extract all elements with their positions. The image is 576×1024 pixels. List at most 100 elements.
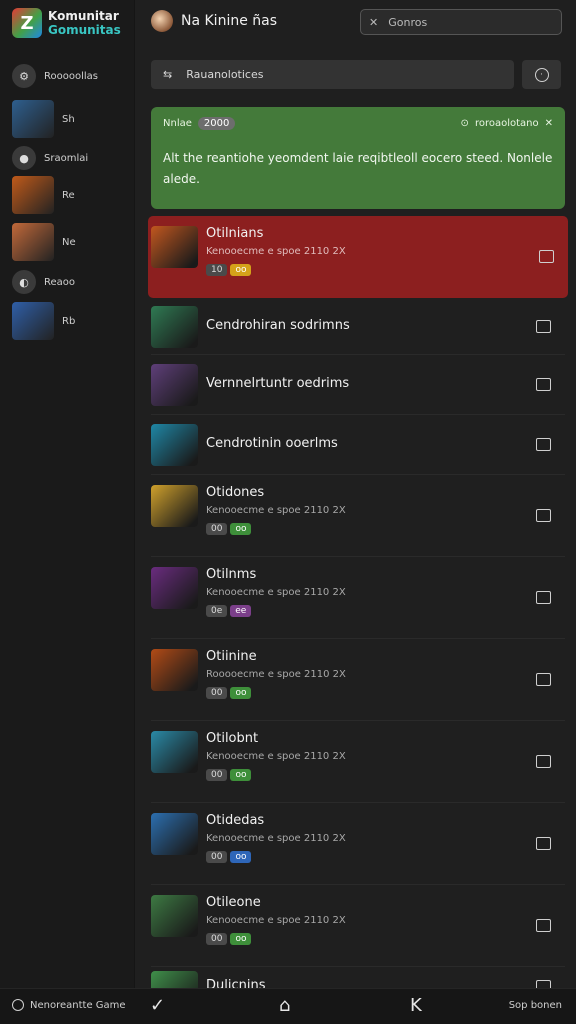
game-badge: oo <box>230 687 252 699</box>
profile-name: Na Kinine ñas <box>181 13 278 29</box>
sidebar-item-icon: ⚙ <box>12 64 36 88</box>
bottom-navigation: Nenoreantte Game ✓ ⌂ K Sop bonen <box>0 988 576 1024</box>
game-badge: oo <box>230 264 252 276</box>
open-item-icon[interactable] <box>536 837 551 850</box>
info-button[interactable]: · <box>522 60 561 89</box>
game-list-item[interactable]: Otidones Kenooecme e spoe 2110 2X 00 oo <box>151 475 565 557</box>
game-badge: oo <box>230 933 252 945</box>
game-list: Otilnians Kenooecme e spoe 2110 2X 10 oo Cen… <box>148 216 568 1013</box>
game-subtitle: Kenooecme e spoe 2110 2X <box>206 833 346 844</box>
top-header: Na Kinine ñas ✕ Gonros <box>135 0 576 46</box>
sidebar-item[interactable]: ● Sraomlai <box>12 146 88 170</box>
sidebar-item[interactable]: Rb <box>12 302 75 340</box>
game-tag: 00 <box>206 933 228 945</box>
close-icon[interactable]: ✕ <box>545 118 553 129</box>
open-item-icon[interactable] <box>536 755 551 768</box>
open-item-icon[interactable] <box>536 919 551 932</box>
sidebar-item-icon: ● <box>12 146 36 170</box>
notification-banner: Nnlae 2000 ⊙ roroaolotano ✕ Alt the rean… <box>151 107 565 209</box>
open-item-icon[interactable] <box>536 378 551 391</box>
open-item-icon[interactable] <box>536 509 551 522</box>
open-item-icon[interactable] <box>536 319 551 333</box>
game-tag: 00 <box>206 687 228 699</box>
game-tags: 00 oo <box>206 851 252 863</box>
sidebar-item[interactable]: Re <box>12 176 75 214</box>
game-tags: 00 oo <box>206 769 252 781</box>
game-list-item[interactable]: Cendrohiran sodrimns <box>151 298 565 355</box>
game-subtitle: Kenooecme e spoe 2110 2X <box>206 915 346 926</box>
game-tags: 00 oo <box>206 687 252 699</box>
game-title: Otileone <box>206 895 261 910</box>
bottom-right-label[interactable]: Sop bonen <box>509 1000 562 1011</box>
check-icon[interactable]: ✓ <box>150 995 165 1016</box>
sidebar-item-label: Sh <box>62 113 75 125</box>
game-tags: 10 oo <box>206 264 252 276</box>
game-thumbnail <box>151 485 198 527</box>
sidebar-thumbnail <box>12 100 54 138</box>
game-thumbnail <box>151 364 198 406</box>
brand[interactable]: Z Komunitar Gomunitas <box>12 8 121 38</box>
avatar <box>151 10 173 32</box>
game-tags: 00 oo <box>206 523 252 535</box>
game-list-item[interactable]: Otilobnt Kenooecme e spoe 2110 2X 00 oo <box>151 721 565 803</box>
game-list-item[interactable]: Otidedas Kenooecme e spoe 2110 2X 00 oo <box>151 803 565 885</box>
game-tags: 0e ee <box>206 605 252 617</box>
sidebar-item[interactable]: Ne <box>12 223 76 261</box>
game-tags: 00 oo <box>206 933 252 945</box>
open-item-icon[interactable] <box>536 591 551 604</box>
home-icon[interactable]: ⌂ <box>279 995 290 1016</box>
game-badge: ee <box>230 605 252 617</box>
game-list-item[interactable]: Otilnms Kenooecme e spoe 2110 2X 0e ee <box>151 557 565 639</box>
game-list-item[interactable]: Otilnians Kenooecme e spoe 2110 2X 10 oo <box>148 216 568 298</box>
back-icon[interactable]: K <box>410 995 422 1016</box>
game-tag: 00 <box>206 851 228 863</box>
sidebar-item-label: Sraomlai <box>44 152 89 164</box>
banner-link-icon: ⊙ <box>460 118 469 129</box>
sidebar-item-label: Ne <box>62 236 76 248</box>
game-thumbnail <box>151 895 198 937</box>
game-tag: 10 <box>206 264 228 276</box>
game-title: Cendrotinin ooerlms <box>206 436 338 451</box>
game-list-item[interactable]: Cendrotinin ooerlms <box>151 415 565 475</box>
game-list-item[interactable]: Vernnelrtuntr oedrims <box>151 355 565 415</box>
banner-message: Alt the reantiohe yeomdent laie reqibtle… <box>163 151 553 186</box>
info-icon: · <box>534 67 549 82</box>
game-badge: oo <box>230 851 252 863</box>
game-subtitle: Kenooecme e spoe 2110 2X <box>206 246 346 257</box>
circle-icon <box>12 999 24 1011</box>
game-title: Otilnians <box>206 226 264 241</box>
bottom-left-item[interactable]: Nenoreantte Game <box>12 999 126 1011</box>
open-item-icon[interactable] <box>536 673 551 686</box>
game-title: Otilobnt <box>206 731 259 746</box>
game-title: Vernnelrtuntr oedrims <box>206 376 350 391</box>
game-list-item[interactable]: Otiinine Rooooecme e spoe 2110 2X 00 oo <box>151 639 565 721</box>
search-input[interactable]: ✕ Gonros <box>360 9 562 35</box>
search-placeholder: Gonros <box>388 15 428 29</box>
game-thumbnail <box>151 813 198 855</box>
open-item-icon[interactable] <box>536 438 551 451</box>
banner-right-label[interactable]: roroaolotano <box>475 118 539 129</box>
game-thumbnail <box>151 731 198 773</box>
open-item-icon[interactable] <box>539 250 554 263</box>
filter-icon: ⇆ <box>163 68 173 81</box>
sidebar-item[interactable]: Sh <box>12 100 75 138</box>
sidebar-item-label: Reaoo <box>44 276 76 288</box>
game-thumbnail <box>151 424 198 466</box>
banner-chip: 2000 <box>197 117 236 130</box>
game-list-item[interactable]: Otileone Kenooecme e spoe 2110 2X 00 oo <box>151 885 565 967</box>
sidebar-item[interactable]: ◐ Reaoo <box>12 270 75 294</box>
game-subtitle: Kenooecme e spoe 2110 2X <box>206 751 346 762</box>
sidebar: Z Komunitar Gomunitas ⚙ Rooooollas Sh ● Srao… <box>0 0 135 988</box>
game-badge: oo <box>230 769 252 781</box>
game-thumbnail <box>151 305 198 348</box>
game-title: Otidones <box>206 485 265 500</box>
sidebar-item[interactable]: ⚙ Rooooollas <box>12 64 98 88</box>
sidebar-thumbnail <box>12 223 54 261</box>
close-icon[interactable]: ✕ <box>369 16 378 29</box>
profile[interactable]: Na Kinine ñas <box>151 10 277 32</box>
app-subtitle: Gomunitas <box>48 23 121 37</box>
banner-lead: Nnlae <box>163 118 192 129</box>
filter-bar[interactable]: ⇆ Rauanolotices <box>151 60 514 89</box>
game-badge: oo <box>230 523 252 535</box>
sidebar-thumbnail <box>12 176 54 214</box>
